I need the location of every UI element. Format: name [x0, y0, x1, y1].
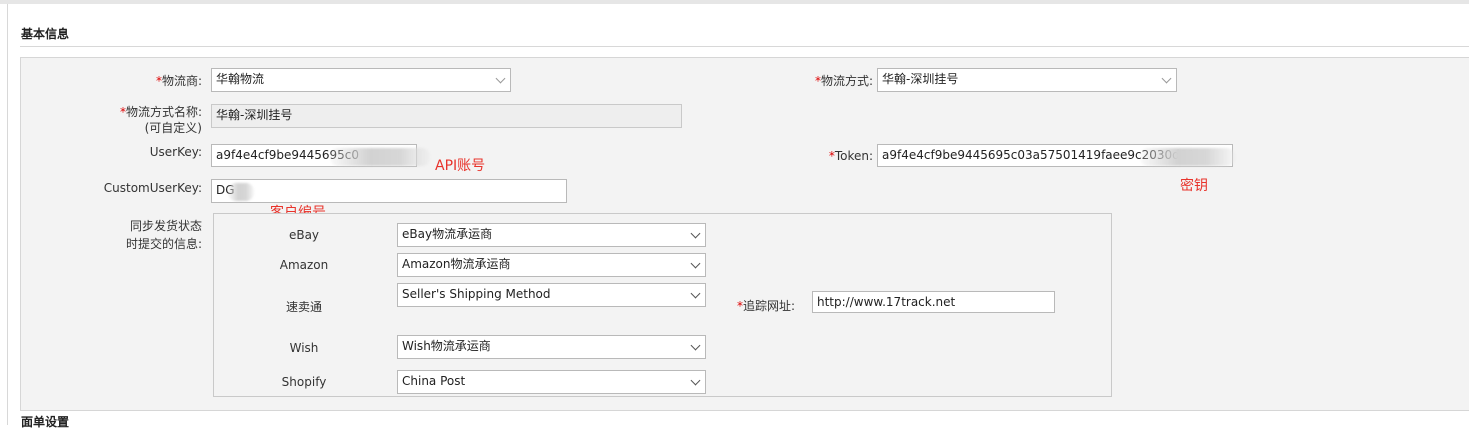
sync-label-line2: 时提交的信息: [125, 237, 202, 251]
tracking-url-input[interactable]: http://www.17track.net [812, 291, 1055, 313]
method-name-label-text: 物流方式名称: [125, 105, 202, 119]
amazon-carrier-select[interactable]: Amazon物流承运商 [397, 253, 706, 277]
aliexpress-carrier-value: Seller's Shipping Method [402, 287, 551, 301]
wish-carrier-value: Wish物流承运商 [402, 339, 491, 353]
method-name-label: *物流方式名称: (可自定义) [90, 104, 202, 136]
section-title-order-settings: 面单设置 [21, 415, 70, 429]
sync-label-line1: 同步发货状态 [129, 219, 202, 233]
left-border [7, 4, 8, 425]
section-title-basic-info: 基本信息 [21, 27, 70, 41]
customuserkey-label: CustomUserKey: [103, 181, 202, 195]
shopify-carrier-value: China Post [402, 374, 466, 388]
carrier-label-text: 物流商: [161, 74, 202, 88]
method-name-value: 华翰-深圳挂号 [216, 108, 293, 122]
customuserkey-input[interactable]: DG [211, 179, 567, 203]
method-name-sublabel: (可自定义) [144, 121, 202, 135]
token-label: *Token: [800, 148, 873, 164]
shipping-method-select-value: 华翰-深圳挂号 [882, 72, 959, 86]
chevron-down-icon [690, 340, 701, 351]
amazon-carrier-value: Amazon物流承运商 [402, 257, 511, 271]
shipping-method-select[interactable]: 华翰-深圳挂号 [877, 68, 1177, 92]
chevron-down-icon [690, 375, 701, 386]
top-border [0, 0, 1469, 4]
chevron-down-icon [690, 258, 701, 269]
redaction-blur [1140, 148, 1235, 166]
chevron-down-icon [690, 288, 701, 299]
tracking-url-label: *追踪网址: [720, 298, 795, 314]
carrier-select[interactable]: 华翰物流 [211, 68, 511, 92]
redaction-blur [330, 148, 430, 166]
wish-carrier-select[interactable]: Wish物流承运商 [397, 335, 706, 359]
userkey-label: UserKey: [149, 145, 202, 159]
carrier-select-value: 华翰物流 [216, 72, 265, 86]
platform-label-wish: Wish [289, 341, 319, 355]
shipping-method-label: *物流方式: [780, 73, 873, 89]
annotation-secret-key: 密钥 [1180, 178, 1208, 194]
divider [20, 46, 1469, 47]
method-name-input[interactable]: 华翰-深圳挂号 [211, 104, 682, 128]
redaction-blur [228, 183, 254, 201]
platform-label-shopify: Shopify [281, 375, 327, 389]
chevron-down-icon [690, 228, 701, 239]
ebay-carrier-value: eBay物流承运商 [402, 227, 493, 241]
chevron-down-icon [495, 73, 506, 84]
platform-label-ebay: eBay [288, 228, 320, 242]
annotation-api-account: API账号 [435, 158, 486, 174]
shipping-method-label-text: 物流方式: [820, 74, 873, 88]
ebay-carrier-select[interactable]: eBay物流承运商 [397, 223, 706, 247]
platform-label-aliexpress: 速卖通 [285, 300, 322, 314]
token-label-text: Token: [834, 149, 873, 163]
sync-label: 同步发货状态 时提交的信息: [100, 218, 202, 252]
shopify-carrier-select[interactable]: China Post [397, 370, 706, 394]
chevron-down-icon [1161, 73, 1172, 84]
platform-label-amazon: Amazon [279, 258, 329, 272]
carrier-label: *物流商: [100, 73, 202, 89]
tracking-url-label-text: 追踪网址: [742, 299, 795, 313]
tracking-url-value: http://www.17track.net [817, 295, 956, 309]
aliexpress-carrier-select[interactable]: Seller's Shipping Method [397, 283, 706, 307]
